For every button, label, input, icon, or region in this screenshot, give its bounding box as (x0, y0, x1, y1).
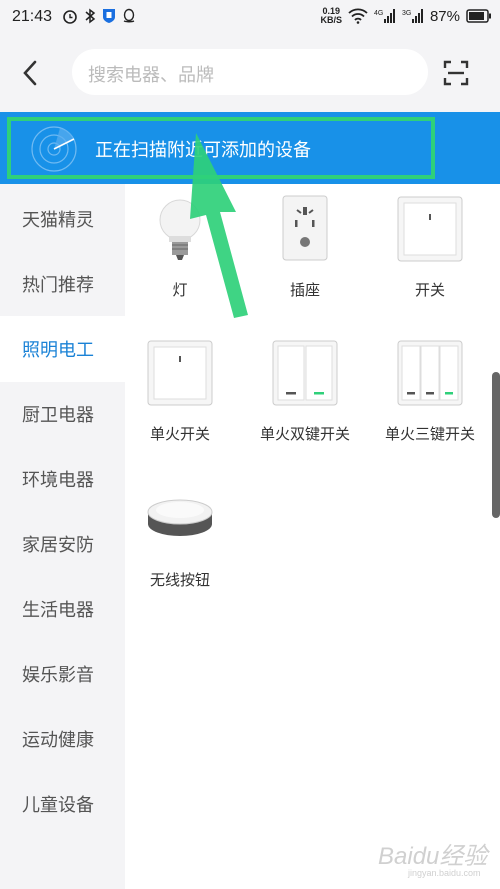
device-item[interactable]: 灯 (120, 194, 240, 300)
sidebar-item-label: 环境电器 (22, 470, 94, 491)
category-sidebar: 天猫精灵 热门推荐 照明电工 厨卫电器 环境电器 家居安防 生活电器 娱乐影音 … (0, 184, 125, 889)
sidebar-item-label: 热门推荐 (22, 275, 94, 296)
wifi-icon (348, 8, 368, 24)
network-speed-unit: KB/S (320, 15, 342, 25)
sidebar-item-hot[interactable]: 热门推荐 (0, 251, 125, 317)
sidebar-item-label: 天猫精灵 (22, 210, 94, 231)
device-label: 插座 (289, 281, 320, 299)
bluetooth-icon (85, 8, 96, 24)
sidebar-item-label: 厨卫电器 (22, 405, 94, 426)
sidebar-item-label: 家居安防 (22, 535, 94, 556)
signal-4g-icon: 4G (374, 9, 395, 23)
device-item[interactable]: 开关 (370, 194, 490, 300)
sidebar-item-environment[interactable]: 环境电器 (0, 446, 125, 512)
device-grid: 灯 插座 开关 单火开关 单火双键开关 单火三键开关 无线按钮 (125, 184, 500, 889)
device-label: 单火开关 (149, 425, 210, 443)
sidebar-item-fitness[interactable]: 运动健康 (0, 706, 125, 772)
clock: 21:43 (12, 8, 53, 25)
search-placeholder: 搜索电器、品牌 (88, 65, 214, 86)
alarm-icon (63, 10, 77, 24)
signal-3g-icon: 3G (402, 9, 423, 23)
device-item[interactable]: 单火开关 (120, 338, 240, 444)
device-label: 单火三键开关 (384, 425, 475, 443)
sidebar-item-appliances[interactable]: 生活电器 (0, 576, 125, 642)
qq-icon (123, 8, 135, 23)
sidebar-item-kitchen[interactable]: 厨卫电器 (0, 381, 125, 447)
search-input[interactable]: 搜索电器、品牌 (72, 49, 428, 95)
sidebar-item-security[interactable]: 家居安防 (0, 511, 125, 577)
device-item[interactable]: 插座 (245, 194, 365, 300)
device-label: 灯 (172, 281, 188, 299)
sidebar-item-label: 运动健康 (22, 730, 94, 751)
header: 搜索电器、品牌 (0, 34, 500, 112)
wireless-button-icon (147, 499, 213, 536)
status-bar: 21:43 0.19 KB/S 4G 3G 87% (0, 0, 500, 34)
sidebar-item-label: 娱乐影音 (22, 665, 94, 686)
battery-icon (466, 9, 491, 23)
triple-switch-icon (397, 340, 463, 406)
scan-icon[interactable] (443, 60, 469, 86)
sidebar-item-lighting[interactable]: 照明电工 (0, 316, 125, 382)
double-switch-icon (272, 340, 338, 406)
device-item[interactable]: 无线按钮 (120, 484, 240, 590)
sidebar-item-label: 照明电工 (22, 340, 94, 361)
sidebar-item-label: 生活电器 (22, 600, 94, 621)
watermark: Baidu经验 (378, 843, 488, 870)
status-icons (62, 8, 136, 24)
sidebar-item-kids[interactable]: 儿童设备 (0, 771, 125, 837)
status-right: 0.19 KB/S 4G 3G 87% (320, 7, 492, 25)
shield-icon (103, 9, 115, 23)
device-label: 单火双键开关 (259, 425, 350, 443)
radar-icon (31, 126, 77, 172)
sidebar-item-entertainment[interactable]: 娱乐影音 (0, 641, 125, 707)
socket-icon (282, 195, 328, 261)
back-icon[interactable] (18, 58, 44, 88)
scrollbar[interactable] (492, 372, 500, 518)
single-switch-icon (147, 340, 213, 406)
device-label: 开关 (414, 281, 445, 299)
switch-icon (397, 196, 463, 262)
device-item[interactable]: 单火三键开关 (370, 338, 490, 444)
sidebar-item-label: 儿童设备 (22, 795, 94, 816)
svg-text:3G: 3G (402, 10, 411, 17)
device-item[interactable]: 单火双键开关 (245, 338, 365, 444)
sidebar-item-tmall-genie[interactable]: 天猫精灵 (0, 186, 125, 252)
network-speed: 0.19 KB/S (320, 7, 342, 25)
device-label: 无线按钮 (149, 571, 210, 589)
battery-level: 87% (429, 7, 460, 25)
scan-banner-text: 正在扫描附近可添加的设备 (95, 140, 311, 161)
bulb-icon (159, 199, 201, 260)
svg-text:4G: 4G (374, 10, 383, 17)
watermark-sub: jingyan.baidu.com (408, 868, 481, 878)
